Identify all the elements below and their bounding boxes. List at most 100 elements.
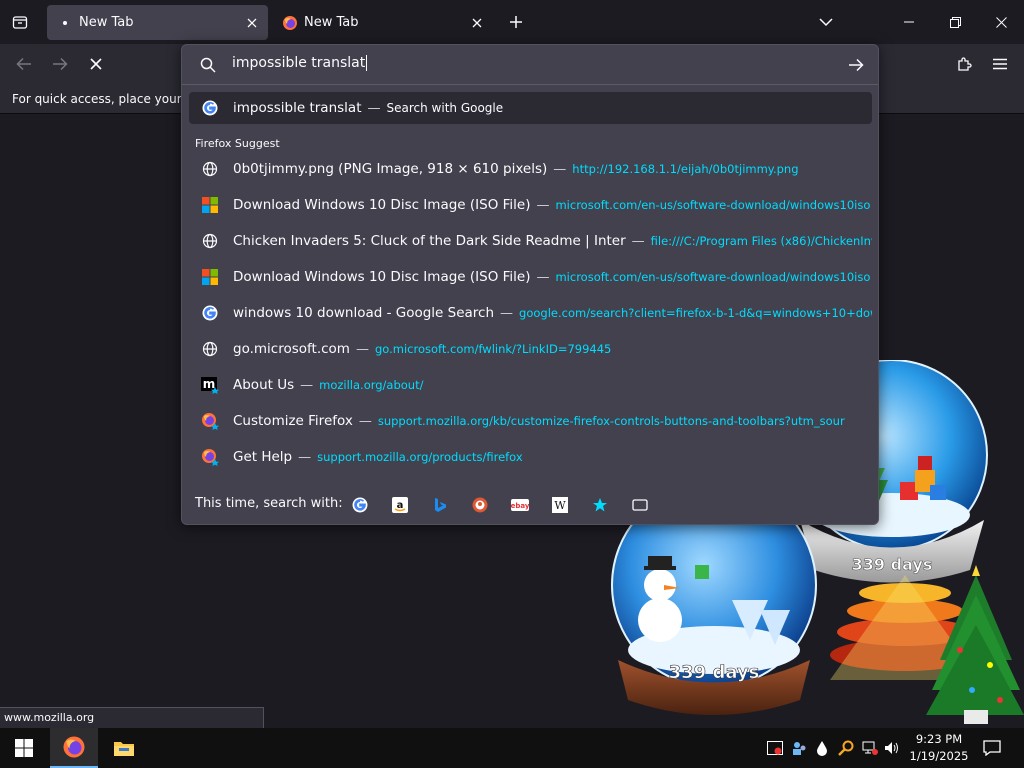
app-menu-button[interactable] — [986, 50, 1014, 78]
close-window-button[interactable] — [978, 0, 1024, 44]
tabs-search-button[interactable] — [629, 494, 651, 516]
suggestion-title: Download Windows 10 Disc Image (ISO File… — [233, 269, 531, 285]
suggestion-title: windows 10 download - Google Search — [233, 305, 495, 321]
suggestion-url: mozilla.org/about/ — [319, 378, 424, 392]
address-input[interactable]: impossible translat — [232, 55, 368, 71]
tab-new-tab-2[interactable]: New Tab — [272, 5, 493, 40]
back-arrow-icon — [16, 57, 31, 71]
duckduckgo-engine-button[interactable] — [469, 494, 491, 516]
chevron-down-icon — [819, 18, 833, 27]
system-clock[interactable]: 9:23 PM 1/19/2025 — [904, 731, 974, 765]
stop-icon — [90, 58, 102, 70]
tray-search-icon[interactable] — [837, 739, 855, 757]
tab-icon — [632, 499, 648, 511]
svg-text:a: a — [397, 500, 404, 511]
back-button[interactable] — [10, 50, 38, 78]
restore-button[interactable] — [932, 0, 978, 44]
address-input-row[interactable]: impossible translat — [182, 45, 878, 85]
suggestion-title: About Us — [233, 377, 295, 393]
new-tab-button[interactable] — [502, 8, 530, 36]
minimize-button[interactable] — [886, 0, 932, 44]
tray-network-people-icon[interactable] — [790, 739, 808, 757]
minimize-icon — [904, 21, 914, 23]
suggestion-title: Customize Firefox — [233, 413, 353, 429]
tab-new-tab-1[interactable]: New Tab — [47, 5, 268, 40]
firefox-view-icon — [12, 16, 28, 29]
forward-button[interactable] — [46, 50, 74, 78]
volume-icon[interactable] — [883, 739, 901, 757]
arrow-right-icon — [849, 58, 864, 72]
wikipedia-icon: W — [552, 497, 568, 513]
suggestion-url: google.com/search?client=firefox-b-1-d&q… — [519, 306, 872, 320]
close-tab-icon[interactable] — [465, 11, 489, 35]
mozilla-icon: m — [201, 376, 219, 394]
bookmarks-search-button[interactable] — [589, 494, 611, 516]
suggestion-separator: — — [355, 341, 369, 357]
suggestion-row[interactable]: Customize Firefox — support.mozilla.org/kb… — [189, 405, 872, 437]
tab-label: New Tab — [304, 15, 359, 30]
suggestion-title: go.microsoft.com — [233, 341, 350, 357]
suggestion-row[interactable]: Download Windows 10 Disc Image (ISO File… — [189, 261, 872, 293]
tray-app-icon[interactable] — [766, 739, 784, 757]
suggestion-text: impossible translat — [233, 100, 362, 116]
firefox-icon — [201, 412, 219, 430]
suggestion-title: 0b0tjimmy.png (PNG Image, 918 × 610 pixe… — [233, 161, 548, 177]
amazon-icon: a — [392, 497, 408, 513]
tray-drop-icon[interactable] — [813, 739, 831, 757]
go-button[interactable] — [844, 53, 868, 77]
suggestion-separator: — — [536, 197, 550, 213]
action-center-button[interactable] — [980, 736, 1004, 760]
ebay-icon: ebay — [511, 499, 529, 511]
suggestion-title: Download Windows 10 Disc Image (ISO File… — [233, 197, 531, 213]
ebay-engine-button[interactable]: ebay — [509, 494, 531, 516]
puzzle-icon — [958, 57, 972, 71]
clock-time: 9:23 PM — [915, 732, 963, 746]
suggestion-row[interactable]: windows 10 download - Google Search — goog… — [189, 297, 872, 329]
windows-logo-icon — [15, 739, 33, 757]
loading-dot-icon — [57, 15, 73, 31]
suggestion-url: microsoft.com/en-us/software-download/wi… — [555, 270, 871, 284]
bing-icon — [435, 498, 446, 512]
microsoft-icon — [201, 196, 219, 214]
suggestion-action: Search with Google — [386, 101, 504, 115]
suggestion-row[interactable]: go.microsoft.com — go.microsoft.com/fwlink… — [189, 333, 872, 365]
bing-engine-button[interactable] — [429, 494, 451, 516]
suggestion-row[interactable]: 0b0tjimmy.png (PNG Image, 918 × 610 pixe… — [189, 153, 872, 185]
extensions-button[interactable] — [950, 50, 978, 78]
plus-icon — [510, 16, 522, 28]
firefox-suggest-header: Firefox Suggest — [195, 137, 280, 150]
taskbar-firefox-button[interactable] — [50, 728, 98, 768]
suggestion-title: Get Help — [233, 449, 293, 465]
network-icon[interactable] — [861, 739, 879, 757]
suggestion-url: http://192.168.1.1/eijah/0b0tjimmy.png — [572, 162, 799, 176]
svg-text:m: m — [203, 377, 216, 391]
suggestion-separator: — — [631, 233, 645, 249]
amazon-engine-button[interactable]: a — [389, 494, 411, 516]
star-icon — [593, 498, 607, 512]
suggestion-title: Chicken Invaders 5: Cluck of the Dark Si… — [233, 233, 626, 249]
stop-button[interactable] — [82, 50, 110, 78]
firefox-view-button[interactable] — [6, 8, 34, 36]
suggestion-row[interactable]: Get Help — support.mozilla.org/products/fi… — [189, 441, 872, 473]
start-button[interactable] — [0, 728, 48, 768]
wikipedia-engine-button[interactable]: W — [549, 494, 571, 516]
close-icon — [995, 16, 1007, 28]
suggestion-row[interactable]: m About Us — mozilla.org/about/ — [189, 369, 872, 401]
globe-icon — [201, 340, 219, 358]
svg-text:W: W — [554, 499, 566, 512]
status-url-overlay: www.mozilla.org — [0, 707, 264, 728]
firefox-icon — [282, 15, 298, 31]
close-tab-icon[interactable] — [240, 11, 264, 35]
restore-icon — [949, 16, 961, 28]
google-icon — [352, 497, 368, 513]
google-icon — [201, 304, 219, 322]
firefox-icon — [201, 448, 219, 466]
suggestion-row[interactable]: Download Windows 10 Disc Image (ISO File… — [189, 189, 872, 221]
list-all-tabs-button[interactable] — [812, 8, 840, 36]
search-suggestion-google[interactable]: impossible translat — Search with Google — [189, 92, 872, 124]
folder-icon — [114, 742, 134, 756]
google-engine-button[interactable] — [349, 494, 371, 516]
windows-taskbar: 9:23 PM 1/19/2025 — [0, 728, 1024, 768]
taskbar-file-explorer-button[interactable] — [100, 728, 148, 768]
suggestion-row[interactable]: Chicken Invaders 5: Cluck of the Dark Si… — [189, 225, 872, 257]
